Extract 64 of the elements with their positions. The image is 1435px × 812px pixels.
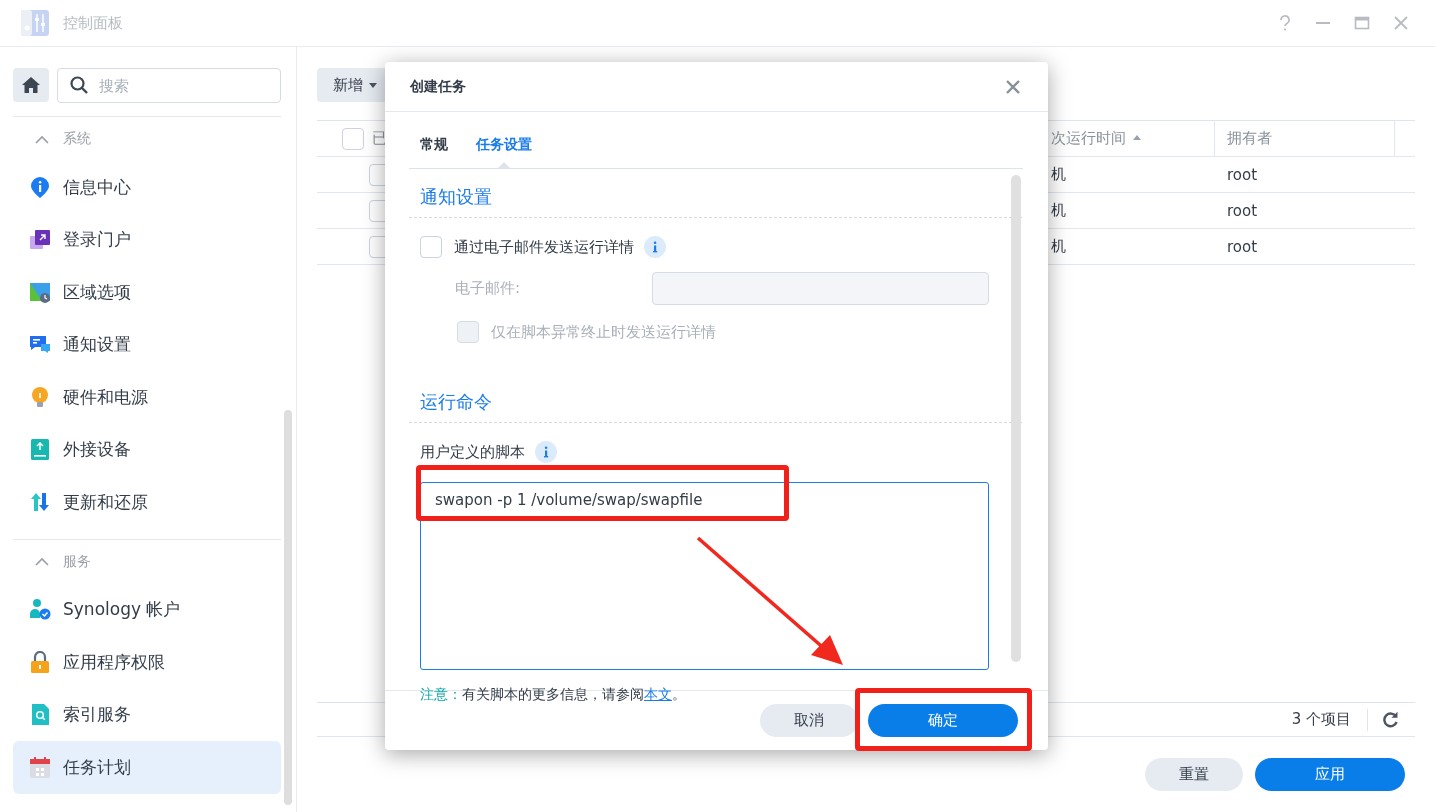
chevron-up-icon bbox=[35, 134, 49, 144]
map-icon bbox=[29, 280, 51, 304]
sidebar-item[interactable]: 通知设置 bbox=[13, 318, 281, 371]
caret-icon bbox=[369, 82, 377, 88]
sidebar-item[interactable]: 更新和还原 bbox=[13, 476, 281, 529]
article-link[interactable]: 本文 bbox=[644, 686, 672, 702]
lock-icon bbox=[29, 650, 51, 674]
table-cell: root bbox=[1227, 237, 1258, 256]
section-title: 服务 bbox=[63, 552, 91, 571]
dialog-title: 创建任务 bbox=[410, 77, 466, 96]
checkbox[interactable] bbox=[420, 236, 442, 258]
table-cell: root bbox=[1227, 165, 1258, 184]
upload-icon bbox=[29, 438, 51, 462]
scrollbar[interactable] bbox=[1011, 175, 1021, 662]
search-field[interactable]: 搜索 bbox=[57, 68, 281, 103]
confirm-button[interactable]: 确定 bbox=[868, 704, 1018, 737]
search-icon bbox=[70, 76, 88, 94]
sidebar-item[interactable]: 硬件和电源 bbox=[13, 371, 281, 424]
checkbox-label: 通过电子邮件发送运行详情 bbox=[454, 237, 634, 257]
calendar-icon bbox=[29, 755, 51, 779]
chevron-up-icon bbox=[35, 557, 49, 566]
home-button[interactable] bbox=[13, 68, 49, 102]
field-label: 电子邮件: bbox=[455, 279, 522, 298]
checkbox-label: 仅在脚本异常终止时发送运行详情 bbox=[491, 322, 716, 342]
info-icon bbox=[29, 175, 51, 199]
help-icon[interactable] bbox=[1278, 15, 1292, 31]
info-icon bbox=[644, 236, 666, 258]
table-cell: 机 bbox=[1051, 165, 1066, 184]
sidebar-item[interactable]: 索引服务 bbox=[13, 688, 281, 741]
close-icon[interactable] bbox=[1393, 15, 1409, 31]
table-cell: 机 bbox=[1051, 201, 1066, 220]
reset-button[interactable]: 重置 bbox=[1145, 758, 1243, 791]
select-all-checkbox[interactable] bbox=[342, 127, 364, 150]
sidebar-item[interactable]: 任务计划 bbox=[13, 741, 281, 794]
apply-button[interactable]: 应用 bbox=[1255, 758, 1405, 791]
sidebar-item[interactable]: 区域选项 bbox=[13, 266, 281, 319]
maximize-icon[interactable] bbox=[1354, 15, 1370, 31]
bulb-icon bbox=[29, 385, 51, 409]
tab[interactable]: 任务设置 bbox=[476, 136, 532, 168]
tab[interactable]: 常规 bbox=[420, 136, 448, 168]
sidebar-item[interactable]: 应用程序权限 bbox=[13, 636, 281, 689]
scrollbar[interactable] bbox=[284, 410, 292, 805]
section-title: 系统 bbox=[63, 130, 91, 148]
note-text: 注意：有关脚本的更多信息，请参阅本文。 bbox=[420, 686, 687, 704]
table-cell: root bbox=[1227, 201, 1258, 220]
info-icon bbox=[535, 441, 557, 463]
cancel-button[interactable]: 取消 bbox=[760, 704, 858, 737]
user-icon bbox=[29, 598, 51, 622]
sidebar-item[interactable]: 登录门户 bbox=[13, 213, 281, 266]
refresh-icon[interactable] bbox=[1382, 711, 1399, 728]
document-search-icon bbox=[29, 703, 51, 727]
sidebar-item[interactable]: 外接设备 bbox=[13, 423, 281, 476]
window-title: 控制面板 bbox=[63, 13, 123, 33]
sidebar-item[interactable]: 信息中心 bbox=[13, 161, 281, 214]
field-label: 用户定义的脚本 bbox=[420, 442, 525, 462]
item-count: 3 个项目 bbox=[1291, 710, 1351, 729]
close-icon[interactable] bbox=[1006, 79, 1020, 94]
portal-icon bbox=[29, 228, 51, 252]
home-icon bbox=[22, 77, 40, 93]
sync-icon bbox=[29, 490, 51, 514]
table-cell: 机 bbox=[1051, 237, 1066, 256]
app-icon bbox=[20, 8, 50, 38]
sidebar-item[interactable]: Synology 帐户 bbox=[13, 583, 281, 636]
script-field[interactable]: swapon -p 1 /volume/swap/swapfile bbox=[420, 482, 989, 670]
